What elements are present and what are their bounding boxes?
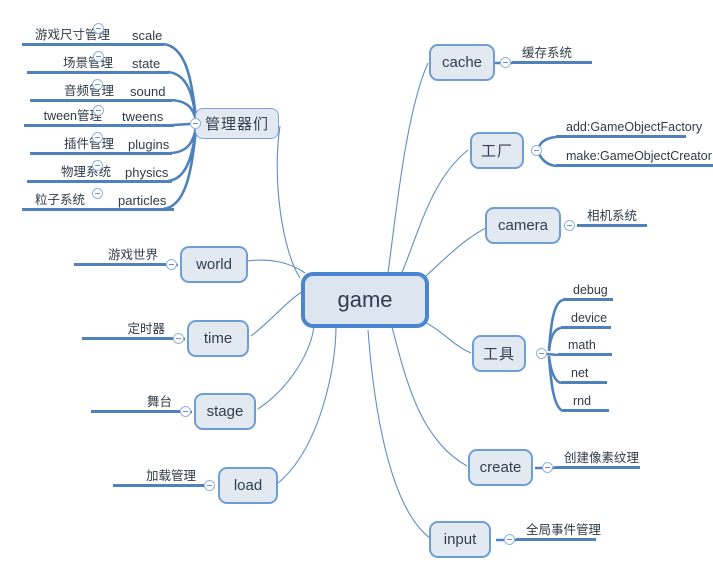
manager-label-en-particles: particles <box>118 193 167 208</box>
collapse-toggle-sound[interactable] <box>92 79 103 90</box>
leaf-create-texture-label: 创建像素纹理 <box>564 451 640 465</box>
branch-node-managers[interactable]: 管理器们 <box>195 108 279 139</box>
branch-node-camera[interactable]: camera <box>485 207 561 244</box>
manager-underline-sound <box>30 99 172 102</box>
leaf-factory-add-label: add:GameObjectFactory <box>566 120 703 134</box>
leaf-input-events[interactable]: 全局事件管理 <box>516 519 601 541</box>
branch-node-world-label: world <box>196 256 232 273</box>
branch-node-stage-label: stage <box>206 403 244 420</box>
branch-node-input[interactable]: input <box>429 521 491 558</box>
leaf-tool-rnd[interactable]: rnd <box>563 390 609 412</box>
manager-label-en-sound: sound <box>130 84 166 99</box>
branch-node-stage[interactable]: stage <box>194 393 256 430</box>
collapse-toggle-world[interactable] <box>166 259 177 270</box>
collapse-toggle-tools[interactable] <box>536 348 547 359</box>
branch-node-cache-label: cache <box>441 54 483 71</box>
branch-node-tools[interactable]: 工具 <box>472 335 526 372</box>
leaf-world-label: 游戏世界 <box>107 248 158 262</box>
leaf-tool-math-label: math <box>568 338 596 352</box>
branch-node-time[interactable]: time <box>187 320 249 357</box>
leaf-stage-label: 舞台 <box>146 395 172 409</box>
leaf-stage[interactable]: 舞台 <box>91 391 180 413</box>
branch-node-create-label: create <box>479 459 522 476</box>
branch-node-tools-label: 工具 <box>482 346 515 363</box>
leaf-time-label: 定时器 <box>127 322 165 336</box>
manager-underline-state <box>27 71 169 74</box>
collapse-toggle-scale[interactable] <box>93 23 104 34</box>
leaf-create-texture[interactable]: 创建像素纹理 <box>554 447 640 469</box>
branch-node-load[interactable]: load <box>218 467 278 504</box>
collapse-toggle-create[interactable] <box>542 462 553 473</box>
branch-node-factory[interactable]: 工厂 <box>470 132 524 169</box>
manager-label-en-state: state <box>132 56 161 71</box>
leaf-tool-device-label: device <box>571 311 608 325</box>
leaf-tool-debug[interactable]: debug <box>563 279 613 301</box>
manager-label-en-scale: scale <box>132 28 163 43</box>
collapse-toggle-particles[interactable] <box>92 188 103 199</box>
manager-label-cn-tweens: tween管理 <box>43 109 102 123</box>
leaf-tool-math[interactable]: math <box>558 334 612 356</box>
leaf-cache-system[interactable]: 缓存系统 <box>512 42 592 64</box>
manager-underline-tweens <box>24 124 174 127</box>
manager-underline-scale <box>22 43 164 46</box>
branch-node-world[interactable]: world <box>180 246 248 283</box>
leaf-time[interactable]: 定时器 <box>82 318 173 340</box>
mindmap-canvas: game 管理器们 游戏尺寸管理 scale 场景管理 state 音频管理 s… <box>0 0 713 575</box>
branch-node-factory-label: 工厂 <box>480 143 513 160</box>
manager-label-cn-particles: 粒子系统 <box>34 193 85 207</box>
root-node-game[interactable]: game <box>301 272 429 328</box>
leaf-tool-device[interactable]: device <box>561 307 611 329</box>
collapse-toggle-state[interactable] <box>93 51 104 62</box>
collapse-toggle-camera[interactable] <box>564 220 575 231</box>
collapse-toggle-cache[interactable] <box>500 57 511 68</box>
branch-node-load-label: load <box>233 477 263 494</box>
collapse-toggle-input[interactable] <box>504 534 515 545</box>
manager-label-en-plugins: plugins <box>128 137 170 152</box>
collapse-toggle-plugins[interactable] <box>92 132 103 143</box>
leaf-world[interactable]: 游戏世界 <box>74 244 166 266</box>
collapse-toggle-stage[interactable] <box>180 406 191 417</box>
branch-node-camera-label: camera <box>497 217 549 234</box>
collapse-toggle-load[interactable] <box>204 480 215 491</box>
leaf-factory-make[interactable]: make:GameObjectCreator <box>556 145 713 167</box>
collapse-toggle-factory[interactable] <box>531 145 542 156</box>
leaf-tool-rnd-label: rnd <box>573 394 592 408</box>
leaf-tool-net[interactable]: net <box>561 362 607 384</box>
manager-label-en-tweens: tweens <box>122 109 164 124</box>
manager-underline-physics <box>27 180 172 183</box>
manager-underline-plugins <box>30 152 172 155</box>
collapse-toggle-tweens[interactable] <box>93 105 104 116</box>
leaf-factory-make-label: make:GameObjectCreator <box>566 149 712 163</box>
leaf-camera-system-label: 相机系统 <box>587 209 638 223</box>
leaf-load[interactable]: 加载管理 <box>113 465 204 487</box>
branch-node-create[interactable]: create <box>468 449 533 486</box>
manager-label-cn-sound: 音频管理 <box>63 84 114 98</box>
leaf-input-events-label: 全局事件管理 <box>526 523 602 537</box>
leaf-tool-net-label: net <box>571 366 589 380</box>
leaf-cache-system-label: 缓存系统 <box>522 46 573 60</box>
manager-underline-particles <box>22 208 174 211</box>
collapse-toggle-physics[interactable] <box>92 160 103 171</box>
collapse-toggle-time[interactable] <box>173 333 184 344</box>
leaf-tool-debug-label: debug <box>573 283 608 297</box>
leaf-load-label: 加载管理 <box>145 469 196 483</box>
manager-label-cn-plugins: 插件管理 <box>63 137 114 151</box>
leaf-factory-add[interactable]: add:GameObjectFactory <box>556 116 702 138</box>
manager-label-en-physics: physics <box>125 165 169 180</box>
root-node-label: game <box>337 287 393 312</box>
branch-node-managers-label: 管理器们 <box>204 116 269 133</box>
leaf-camera-system[interactable]: 相机系统 <box>577 205 647 227</box>
collapse-toggle-managers[interactable] <box>190 118 201 129</box>
branch-node-time-label: time <box>203 330 233 347</box>
branch-node-input-label: input <box>443 531 477 548</box>
branch-node-cache[interactable]: cache <box>429 44 495 81</box>
